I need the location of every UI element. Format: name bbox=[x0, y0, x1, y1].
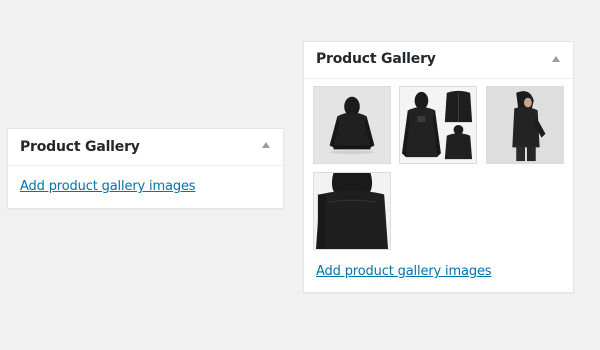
metabox-title: Product Gallery bbox=[316, 51, 436, 67]
product-gallery-box-empty: Product Gallery Add product gallery imag… bbox=[7, 128, 284, 209]
add-gallery-images-link[interactable]: Add product gallery images bbox=[316, 264, 492, 279]
metabox-header[interactable]: Product Gallery bbox=[304, 42, 573, 79]
hoodie-collage-image bbox=[400, 87, 476, 163]
model-hoodie-image bbox=[487, 87, 563, 163]
gallery-thumbnail[interactable] bbox=[313, 86, 391, 164]
metabox-title: Product Gallery bbox=[20, 139, 140, 155]
gallery-thumbnail[interactable] bbox=[313, 172, 391, 250]
hoodie-back-image bbox=[314, 87, 390, 163]
hoodie-closeup-image bbox=[314, 173, 390, 249]
triangle-up-icon[interactable] bbox=[262, 142, 270, 148]
add-gallery-images-link[interactable]: Add product gallery images bbox=[20, 179, 196, 194]
gallery-thumbnail[interactable] bbox=[399, 86, 477, 164]
metabox-header[interactable]: Product Gallery bbox=[8, 129, 283, 166]
gallery-thumbnail[interactable] bbox=[486, 86, 564, 164]
triangle-up-icon[interactable] bbox=[552, 56, 560, 62]
product-gallery-box-filled: Product Gallery Add product gallery imag… bbox=[303, 41, 574, 293]
